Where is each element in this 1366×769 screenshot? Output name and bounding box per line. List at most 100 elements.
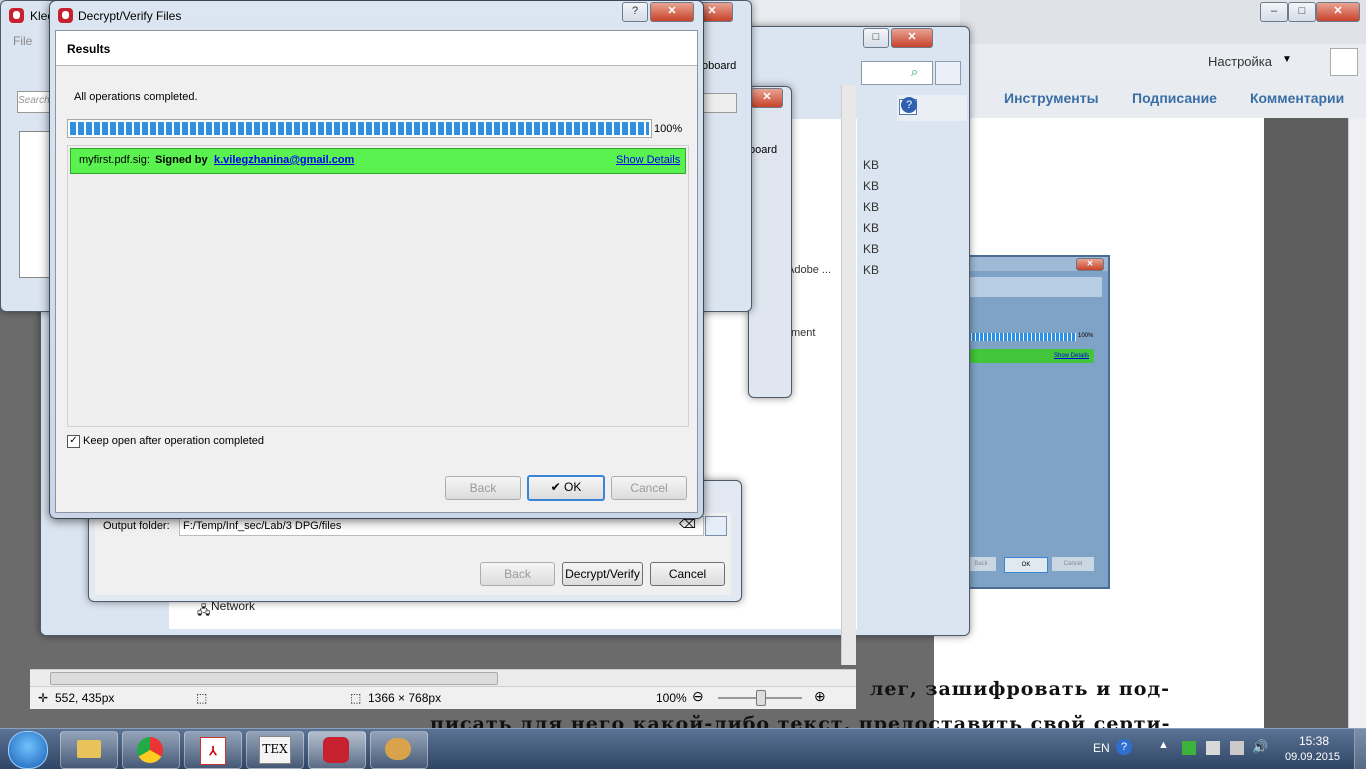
list-item[interactable]: Adobe ... (787, 264, 831, 276)
help-icon[interactable]: ? (1116, 739, 1132, 755)
thumb-cancel-button: Cancel (1052, 557, 1094, 571)
scroll-thumb[interactable] (50, 672, 498, 685)
file-size: KB (863, 221, 880, 235)
document-text-line: лег, зашифровать и под- (870, 678, 1171, 700)
dropdown[interactable] (701, 93, 737, 113)
show-details-link[interactable]: Show Details (616, 154, 680, 166)
file-size: KB (863, 263, 880, 277)
explorer-search-input[interactable] (861, 61, 933, 85)
folder-browse-icon[interactable] (705, 516, 727, 536)
file-size: KB (863, 158, 880, 172)
action-center-icon[interactable] (1206, 741, 1220, 755)
tab-comments[interactable]: Комментарии (1250, 90, 1344, 106)
help-icon[interactable]: ? (901, 97, 917, 113)
search-icon[interactable] (935, 61, 961, 85)
explorer-vscroll[interactable] (841, 85, 856, 665)
chevron-down-icon[interactable]: ▼ (1282, 54, 1292, 65)
taskbar-tex[interactable]: TEX (246, 731, 304, 769)
clipboard-label[interactable]: oboard (702, 60, 736, 72)
taskbar-paint[interactable] (370, 731, 428, 769)
menu-file[interactable]: File (13, 34, 32, 48)
zoom-in-icon[interactable]: ⊕ (814, 688, 826, 705)
file-size: KB (863, 200, 880, 214)
ok-button[interactable]: ✔ OK (527, 475, 605, 501)
clock-date[interactable]: 09.09.2015 (1285, 751, 1340, 763)
crosshair-icon: ✛ (38, 691, 49, 705)
file-size: KB (863, 242, 880, 256)
kleopatra-key-list[interactable] (19, 131, 53, 278)
document-screenshot-image: ✕ 100% Show Details Back OK Cancel (962, 255, 1110, 589)
status-text: All operations completed. (74, 91, 198, 103)
close-icon[interactable]: ✕ (751, 88, 783, 108)
thumb-back-button: Back (966, 557, 996, 571)
acrobat-right-gutter (1264, 118, 1354, 768)
kleopatra-search-input[interactable]: Search (17, 91, 53, 113)
list-item[interactable]: ment (791, 327, 815, 339)
output-folder-input[interactable]: F:/Temp/Inf_sec/Lab/3 DPG/files (179, 516, 704, 536)
viewer-hscroll[interactable] (30, 669, 856, 686)
cursor-position: 552, 435px (55, 691, 115, 705)
show-hidden-icons-icon[interactable]: ▲ (1158, 739, 1169, 751)
start-button[interactable] (8, 731, 48, 769)
close-button[interactable]: ✕ (650, 2, 694, 22)
folder-icon (77, 740, 101, 758)
dialog-title: Decrypt/Verify Files (78, 9, 182, 23)
clear-icon[interactable]: ⌫ (679, 517, 696, 531)
language-indicator[interactable]: EN (1093, 741, 1110, 755)
progress-bar (67, 119, 652, 138)
acrobat-close-button[interactable]: ✕ (1316, 2, 1360, 22)
tex-icon: TEX (259, 736, 291, 764)
back-button[interactable]: Back (445, 476, 521, 500)
show-desktop-button[interactable] (1354, 729, 1366, 769)
result-filename: myfirst.pdf.sig: (79, 154, 150, 166)
kleopatra-app-icon (9, 8, 24, 23)
tray-app-icon[interactable] (1182, 741, 1196, 755)
clipboard-label: board (749, 144, 778, 156)
thumb-ok-button: OK (1004, 557, 1048, 573)
zoom-out-icon[interactable]: ⊖ (692, 688, 704, 705)
ok-label: OK (564, 480, 582, 494)
acrobat-icon: ⅄ (200, 737, 226, 765)
acrobat-maximize-button[interactable]: □ (1288, 2, 1316, 22)
help-button[interactable]: ? (622, 2, 648, 22)
wizard-header: Results (56, 31, 697, 66)
decrypt-verify-button[interactable]: Decrypt/Verify (562, 562, 643, 586)
zoom-level: 100% (656, 691, 687, 705)
dialog-body: Results All operations completed. 100% m… (55, 30, 698, 513)
explorer-close-button[interactable]: ✕ (891, 28, 933, 48)
clock-time[interactable]: 15:38 (1299, 734, 1329, 748)
taskbar-explorer[interactable] (60, 731, 118, 769)
paint-palette-icon (385, 738, 411, 760)
acrobat-minimize-button[interactable]: – (1260, 2, 1288, 22)
explorer-maximize-button[interactable]: □ (863, 28, 889, 48)
cancel-button[interactable]: Cancel (611, 476, 687, 500)
zoom-slider-handle[interactable] (756, 690, 766, 706)
tab-sign[interactable]: Подписание (1132, 90, 1217, 106)
tab-tools[interactable]: Инструменты (1004, 90, 1099, 106)
progress-percent: 100% (654, 123, 683, 135)
taskbar-chrome[interactable] (122, 731, 180, 769)
result-row: myfirst.pdf.sig: Signed by k.vilegzhanin… (70, 148, 686, 174)
acrobat-panel-bar: Инструменты Подписание Комментарии (960, 78, 1366, 119)
signer-email-link[interactable]: k.vilegzhanina@gmail.com (214, 154, 354, 166)
acrobat-menu-label[interactable]: Настройка (1208, 54, 1272, 69)
taskbar-kleopatra[interactable] (308, 731, 366, 769)
keep-open-checkbox[interactable]: ✓ (67, 435, 80, 448)
dialog-behind-window: ✕ board (748, 86, 792, 398)
results-list: myfirst.pdf.sig: Signed by k.vilegzhanin… (67, 145, 689, 427)
output-folder-label: Output folder: (103, 520, 170, 532)
image-size-icon: ⬚ (350, 691, 362, 705)
search-placeholder: Search (18, 95, 50, 106)
expand-icon[interactable] (1330, 48, 1358, 76)
acrobat-scrollbar[interactable] (1348, 118, 1366, 728)
volume-icon[interactable]: 🔊 (1252, 739, 1268, 755)
selection-icon: ⬚ (196, 691, 208, 705)
thumb-show-details: Show Details (1054, 353, 1090, 359)
search-icon[interactable]: ⌕ (911, 64, 918, 80)
cancel-button[interactable]: Cancel (650, 562, 725, 586)
taskbar-acrobat[interactable]: ⅄ (184, 731, 242, 769)
keep-open-label[interactable]: Keep open after operation completed (83, 435, 264, 447)
taskbar: ⅄ TEX EN ? ▲ 🔊 15:38 09.09.2015 (0, 728, 1366, 769)
back-button[interactable]: Back (480, 562, 555, 586)
network-tray-icon[interactable] (1230, 741, 1244, 755)
